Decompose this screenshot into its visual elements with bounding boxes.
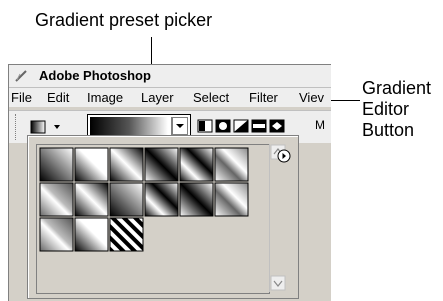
gradient-preset-grid <box>36 144 270 294</box>
gradient-preset-swatch[interactable] <box>74 147 109 182</box>
menu-file[interactable]: File <box>11 90 32 105</box>
gradient-preset-swatch[interactable] <box>144 147 179 182</box>
picker-callout-label: Gradient preset picker <box>35 10 213 30</box>
preset-swatches <box>39 147 249 252</box>
tool-chevron-down-icon <box>54 125 60 129</box>
menu-bar: File Edit Image Layer Select Filter Viev <box>9 88 331 107</box>
options-truncated-label: M <box>315 118 325 132</box>
menu-select[interactable]: Select <box>193 90 229 105</box>
window-title: Adobe Photoshop <box>39 68 151 83</box>
gradient-preset-swatch[interactable] <box>179 182 214 217</box>
gradient-preset-swatch[interactable] <box>109 217 144 252</box>
gradient-preset-swatch[interactable] <box>144 182 179 217</box>
menu-view[interactable]: Viev <box>299 90 324 105</box>
toolbar-grip[interactable] <box>15 114 18 140</box>
gradient-preset-swatch[interactable] <box>39 147 74 182</box>
gradient-preset-panel <box>27 135 299 299</box>
menu-filter[interactable]: Filter <box>249 90 278 105</box>
gradient-preset-swatch[interactable] <box>74 182 109 217</box>
editor-callout-label: Gradient Editor Button <box>362 78 442 141</box>
gradient-editor-button[interactable] <box>171 117 188 135</box>
menu-edit[interactable]: Edit <box>47 90 69 105</box>
gradient-preset-swatch[interactable] <box>214 147 249 182</box>
title-bar: Adobe Photoshop <box>9 65 331 88</box>
chevron-down-icon <box>172 117 188 135</box>
scroll-down-arrow-icon <box>270 275 286 291</box>
gradient-preset-swatch[interactable] <box>109 182 144 217</box>
editor-leader-line-horizontal <box>328 100 360 101</box>
editor-callout-line-1: Gradient <box>362 78 432 98</box>
gradient-preset-swatch[interactable] <box>109 147 144 182</box>
gradient-preset-swatch[interactable] <box>39 182 74 217</box>
gradient-preset-swatch[interactable] <box>74 217 109 252</box>
gradient-swatch[interactable] <box>90 117 168 135</box>
gradient-preset-swatch[interactable] <box>214 182 249 217</box>
gradient-preset-swatch[interactable] <box>179 147 214 182</box>
gradient-preset-swatch[interactable] <box>39 217 74 252</box>
menu-image[interactable]: Image <box>87 90 123 105</box>
editor-callout-line-3: Button <box>362 120 415 140</box>
menu-layer[interactable]: Layer <box>141 90 174 105</box>
photoshop-feather-icon <box>15 70 27 82</box>
editor-callout-line-2: Editor <box>362 99 410 119</box>
preset-scrollbar[interactable] <box>269 144 286 292</box>
circle-arrow-icon[interactable] <box>276 148 292 164</box>
